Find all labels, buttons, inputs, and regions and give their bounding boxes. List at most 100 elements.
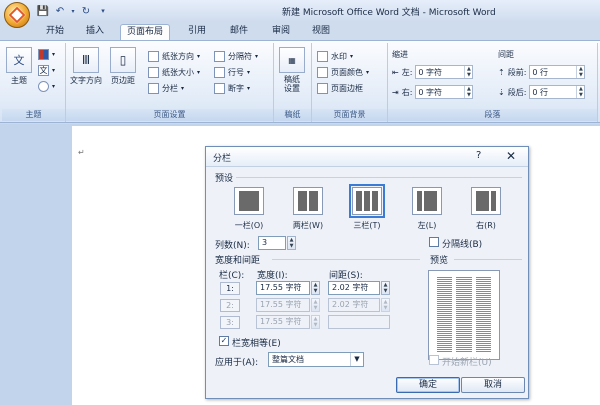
theme-effects-button[interactable]: ▾ — [38, 79, 55, 93]
column-bar — [298, 191, 307, 211]
indent-right-input[interactable]: 0 字符 ▲ ▼ — [415, 85, 474, 99]
line-numbers-button[interactable]: 行号 ▾ — [214, 65, 250, 79]
manuscript-settings-label: 稿纸 设置 — [284, 75, 300, 93]
theme-button[interactable]: 文 主题 — [6, 47, 32, 86]
row-1-width-spinner[interactable]: ▲ ▼ — [311, 281, 320, 295]
dialog-title-bar: 分栏 ? ✕ — [206, 147, 528, 167]
hyphenation-button[interactable]: 断字 ▾ — [214, 81, 250, 95]
theme-button-label: 主题 — [11, 76, 27, 85]
hyphenation-icon — [214, 82, 225, 94]
row-2-number: 2: — [220, 299, 240, 312]
redo-icon[interactable]: ↻ — [79, 4, 93, 18]
preset-three-columns[interactable] — [349, 184, 385, 218]
new-column-label: 开始新栏(U) — [442, 358, 492, 368]
column-bar — [364, 191, 370, 211]
page-color-button[interactable]: 页面颜色 ▾ — [317, 65, 369, 79]
indent-right-label: 右: — [401, 87, 413, 97]
breaks-label: 分隔符 — [228, 51, 252, 61]
page-size-label: 纸张大小 — [162, 67, 194, 77]
margins-button[interactable]: ▯ 页边距 — [110, 47, 136, 86]
spacing-before-input[interactable]: 0 行 ▲ ▼ — [529, 65, 586, 79]
office-logo-icon — [8, 6, 26, 24]
tab-page-layout[interactable]: 页面布局 — [120, 24, 171, 40]
orientation-button[interactable]: 纸张方向 ▾ — [148, 49, 200, 63]
ribbon-tabs: 开始 插入 页面布局 引用 邮件 审阅 视图 — [0, 22, 600, 40]
indent-title: 缩进 — [392, 50, 408, 59]
page-background-group: 水印 ▾ 页面颜色 ▾ 页面边框 页面背景 — [312, 43, 388, 122]
tab-view[interactable]: 视图 — [306, 24, 336, 40]
separator-checkbox[interactable] — [429, 237, 439, 247]
tab-review[interactable]: 审阅 — [266, 24, 296, 40]
spacing-after-input[interactable]: 0 行 ▲ ▼ — [529, 85, 586, 99]
cancel-button[interactable]: 取消 — [461, 377, 525, 393]
theme-colors-button[interactable]: ▾ — [38, 47, 55, 61]
preset-right[interactable] — [471, 187, 501, 215]
equal-width-checkbox[interactable]: ✓ — [219, 336, 229, 346]
spacing-after-row: ⇣ 段后: 0 行 ▲ ▼ — [498, 85, 586, 99]
col-header: 栏(C): — [219, 271, 245, 281]
close-icon[interactable]: ✕ — [506, 149, 516, 163]
row-1-spacing-input[interactable]: 2.02 字符 — [328, 281, 380, 295]
theme-group-label: 主题 — [2, 109, 65, 121]
watermark-button[interactable]: 水印 ▾ — [317, 49, 353, 63]
help-icon[interactable]: ? — [476, 150, 481, 161]
quick-access-toolbar: 💾 ↶ ▾ ↻ ▾ — [36, 3, 110, 19]
new-column-checkbox — [429, 355, 439, 365]
apply-to-select[interactable]: 整篇文档 ▼ — [268, 352, 364, 367]
spacing-header: 间距(S): — [329, 271, 363, 281]
theme-fonts-button[interactable]: 文 ▾ — [38, 63, 55, 77]
columns-button[interactable]: 分栏 ▾ — [148, 81, 184, 95]
ok-button[interactable]: 确定 — [396, 377, 460, 393]
text-direction-label: 文字方向 — [70, 76, 102, 85]
indent-left-input[interactable]: 0 字符 ▲ ▼ — [415, 65, 474, 79]
preset-one-column[interactable] — [234, 187, 264, 215]
num-columns-spinner[interactable]: ▲ ▼ — [287, 236, 296, 250]
manuscript-icon: ▦ — [279, 47, 305, 73]
tab-mailings[interactable]: 邮件 — [224, 24, 254, 40]
page-borders-button[interactable]: 页面边框 — [317, 81, 363, 95]
apply-to-value: 整篇文档 — [272, 355, 304, 364]
tab-insert[interactable]: 插入 — [80, 24, 110, 40]
row-1-spacing-spinner[interactable]: ▲ ▼ — [381, 281, 390, 295]
customize-qat-icon[interactable]: ▾ — [96, 4, 110, 18]
page-color-label: 页面颜色 — [331, 67, 363, 77]
indent-left-value: 0 字符 — [418, 67, 443, 77]
indent-right-spinner[interactable]: ▲ ▼ — [464, 86, 472, 98]
text-direction-button[interactable]: Ⅲ 文字方向 — [70, 47, 102, 86]
preset-right-label: 右(R) — [476, 221, 496, 230]
preview-divider — [454, 259, 522, 260]
spacing-before-value: 0 行 — [532, 67, 549, 77]
column-bar — [239, 191, 259, 211]
column-bar — [476, 191, 489, 211]
line-numbers-icon — [214, 66, 225, 78]
preset-left[interactable] — [412, 187, 442, 215]
num-columns-input[interactable]: 3 — [258, 236, 286, 250]
spacing-before-spinner[interactable]: ▲ ▼ — [576, 66, 584, 78]
undo-dropdown-icon[interactable]: ▾ — [70, 4, 76, 18]
separator-label: 分隔线(B) — [442, 240, 483, 250]
watermark-icon — [317, 50, 328, 62]
preset-one-label: 一栏(O) — [234, 221, 264, 230]
preset-two-columns[interactable] — [293, 187, 323, 215]
text-direction-icon: Ⅲ — [73, 47, 99, 73]
manuscript-settings-button[interactable]: ▦ 稿纸 设置 — [279, 47, 305, 93]
page-size-button[interactable]: 纸张大小 ▾ — [148, 65, 200, 79]
save-icon[interactable]: 💾 — [36, 4, 50, 18]
indent-left-spinner[interactable]: ▲ ▼ — [464, 66, 472, 78]
columns-dialog: 分栏 ? ✕ 预设 一栏(O) 两栏(W) 三栏(T) 左(L) 右(R) 列数… — [205, 146, 529, 399]
tab-references[interactable]: 引用 — [182, 24, 212, 40]
breaks-icon — [214, 50, 225, 62]
column-bar — [372, 191, 378, 211]
spacing-before-row: ⇡ 段前: 0 行 ▲ ▼ — [498, 65, 586, 79]
spacing-before-icon: ⇡ — [498, 67, 505, 77]
indent-left-icon: ⇤ — [392, 67, 399, 77]
column-bar — [309, 191, 318, 211]
row-1-width-input[interactable]: 17.55 字符 — [256, 281, 310, 295]
undo-icon[interactable]: ↶ — [53, 4, 67, 18]
breaks-button[interactable]: 分隔符 ▾ — [214, 49, 258, 63]
office-button[interactable] — [4, 2, 30, 28]
row-2-width-spinner: ▲ ▼ — [311, 298, 320, 312]
page-color-icon — [317, 66, 328, 78]
spacing-after-spinner[interactable]: ▲ ▼ — [576, 86, 584, 98]
tab-home[interactable]: 开始 — [40, 24, 70, 40]
